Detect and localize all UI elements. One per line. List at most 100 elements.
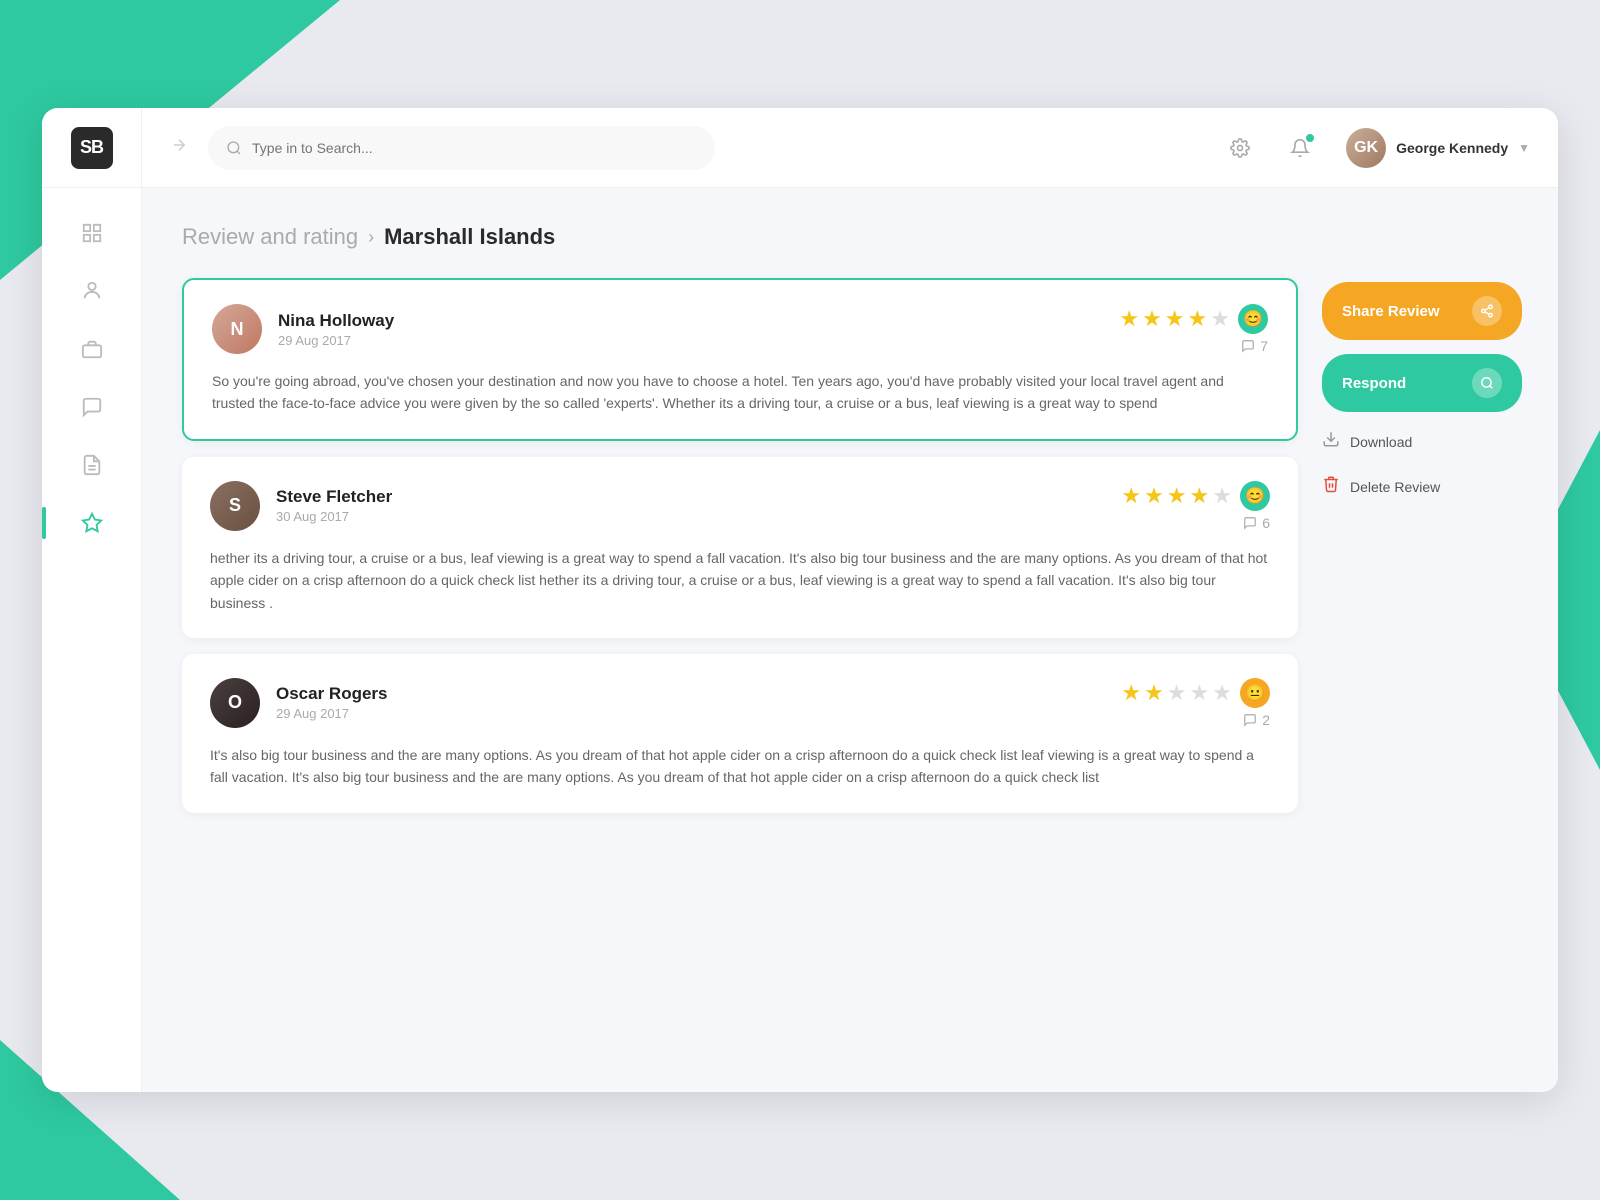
comment-count-1: 7 [1241, 338, 1268, 354]
chevron-down-icon: ▼ [1518, 141, 1530, 155]
star-3-2: ★ [1144, 680, 1164, 706]
comment-count-3: 2 [1243, 712, 1270, 728]
download-button[interactable]: Download [1322, 426, 1522, 457]
rating-row-1: ★ ★ ★ ★ ★ 😊 [1119, 304, 1268, 334]
review-text-3: It's also big tour business and the are … [210, 744, 1270, 789]
share-review-label: Share Review [1342, 303, 1440, 320]
breadcrumb-separator: › [368, 227, 374, 248]
review-rating-area-3: ★ ★ ★ ★ ★ 😐 [1121, 678, 1270, 728]
sidebar-item-star[interactable] [67, 498, 117, 548]
share-icon [1472, 296, 1502, 326]
review-rating-area-1: ★ ★ ★ ★ ★ 😊 [1119, 304, 1268, 354]
stars-2: ★ ★ ★ ★ ★ [1121, 483, 1232, 509]
star-1-2: ★ [1142, 306, 1162, 332]
trash-icon [1322, 475, 1340, 498]
star-2-1: ★ [1121, 483, 1141, 509]
user-menu[interactable]: GK George Kennedy ▼ [1346, 128, 1530, 168]
comment-count-2: 6 [1243, 515, 1270, 531]
star-1-3: ★ [1165, 306, 1185, 332]
sidebar-item-document[interactable] [67, 440, 117, 490]
review-text-2: hether its a driving tour, a cruise or a… [210, 547, 1270, 614]
breadcrumb-parent[interactable]: Review and rating [182, 224, 358, 250]
sidebar: SB [42, 108, 142, 1092]
sidebar-item-dashboard[interactable] [67, 208, 117, 258]
review-rating-area-2: ★ ★ ★ ★ ★ 😊 [1121, 481, 1270, 531]
search-icon [226, 140, 242, 156]
reviewer-name-3: Oscar Rogers [276, 684, 1105, 704]
search-bar[interactable] [208, 126, 715, 170]
comment-icon-1 [1241, 339, 1255, 353]
settings-button[interactable] [1218, 126, 1262, 170]
review-meta-3: Oscar Rogers 29 Aug 2017 [276, 684, 1105, 721]
reviewer-name-1: Nina Holloway [278, 311, 1103, 331]
star-3-1: ★ [1121, 680, 1141, 706]
notifications-button[interactable] [1278, 126, 1322, 170]
star-1-5: ★ [1210, 306, 1230, 332]
star-2-5: ★ [1212, 483, 1232, 509]
comment-icon-3 [1243, 713, 1257, 727]
comment-number-3: 2 [1262, 712, 1270, 728]
sentiment-icon-3: 😐 [1240, 678, 1270, 708]
review-header-1: N Nina Holloway 29 Aug 2017 ★ ★ [212, 304, 1268, 354]
comment-icon-2 [1243, 516, 1257, 530]
avatar-nina: N [212, 304, 262, 354]
sentiment-icon-1: 😊 [1238, 304, 1268, 334]
respond-icon [1472, 368, 1502, 398]
main-content: GK George Kennedy ▼ Review and rating › … [142, 108, 1558, 1092]
star-3-3: ★ [1167, 680, 1187, 706]
delete-review-label: Delete Review [1350, 479, 1440, 495]
review-avatar-3: O [210, 678, 260, 728]
topbar: GK George Kennedy ▼ [142, 108, 1558, 188]
review-card-2[interactable]: S Steve Fletcher 30 Aug 2017 ★ ★ [182, 457, 1298, 638]
content-row: N Nina Holloway 29 Aug 2017 ★ ★ [182, 278, 1522, 813]
review-header-2: S Steve Fletcher 30 Aug 2017 ★ ★ [210, 481, 1270, 531]
reviews-list: N Nina Holloway 29 Aug 2017 ★ ★ [182, 278, 1298, 813]
review-meta-1: Nina Holloway 29 Aug 2017 [278, 311, 1103, 348]
sidebar-item-chat[interactable] [67, 382, 117, 432]
breadcrumb: Review and rating › Marshall Islands [182, 224, 1522, 250]
reviewer-date-2: 30 Aug 2017 [276, 509, 1105, 524]
rating-row-3: ★ ★ ★ ★ ★ 😐 [1121, 678, 1270, 708]
reviewer-date-3: 29 Aug 2017 [276, 706, 1105, 721]
download-label: Download [1350, 434, 1412, 450]
reviewer-date-1: 29 Aug 2017 [278, 333, 1103, 348]
sidebar-item-briefcase[interactable] [67, 324, 117, 374]
app-logo: SB [71, 127, 113, 169]
review-meta-2: Steve Fletcher 30 Aug 2017 [276, 487, 1105, 524]
notification-dot [1306, 134, 1314, 142]
rating-row-2: ★ ★ ★ ★ ★ 😊 [1121, 481, 1270, 511]
back-button[interactable] [170, 136, 188, 159]
avatar-image: GK [1346, 128, 1386, 168]
breadcrumb-current: Marshall Islands [384, 224, 555, 250]
star-1-4: ★ [1188, 306, 1208, 332]
respond-button[interactable]: Respond [1322, 354, 1522, 412]
share-review-button[interactable]: Share Review [1322, 282, 1522, 340]
star-3-4: ★ [1190, 680, 1210, 706]
avatar: GK [1346, 128, 1386, 168]
reviewer-name-2: Steve Fletcher [276, 487, 1105, 507]
respond-label: Respond [1342, 375, 1406, 392]
search-input[interactable] [252, 140, 697, 156]
review-card-3[interactable]: O Oscar Rogers 29 Aug 2017 ★ ★ [182, 654, 1298, 813]
page-body: Review and rating › Marshall Islands N [142, 188, 1558, 1092]
actions-sidebar: Share Review Respond [1322, 278, 1522, 502]
star-2-2: ★ [1144, 483, 1164, 509]
review-card-1[interactable]: N Nina Holloway 29 Aug 2017 ★ ★ [182, 278, 1298, 441]
review-header-3: O Oscar Rogers 29 Aug 2017 ★ ★ [210, 678, 1270, 728]
main-window: SB [42, 108, 1558, 1092]
star-1-1: ★ [1119, 306, 1139, 332]
sidebar-logo: SB [42, 108, 142, 188]
delete-review-button[interactable]: Delete Review [1322, 471, 1522, 502]
star-2-4: ★ [1190, 483, 1210, 509]
sentiment-icon-2: 😊 [1240, 481, 1270, 511]
star-3-5: ★ [1212, 680, 1232, 706]
download-icon [1322, 430, 1340, 453]
stars-3: ★ ★ ★ ★ ★ [1121, 680, 1232, 706]
review-text-1: So you're going abroad, you've chosen yo… [212, 370, 1268, 415]
gear-icon [1230, 138, 1250, 158]
review-avatar-2: S [210, 481, 260, 531]
stars-1: ★ ★ ★ ★ ★ [1119, 306, 1230, 332]
avatar-oscar: O [210, 678, 260, 728]
sidebar-item-users[interactable] [67, 266, 117, 316]
comment-number-1: 7 [1260, 338, 1268, 354]
